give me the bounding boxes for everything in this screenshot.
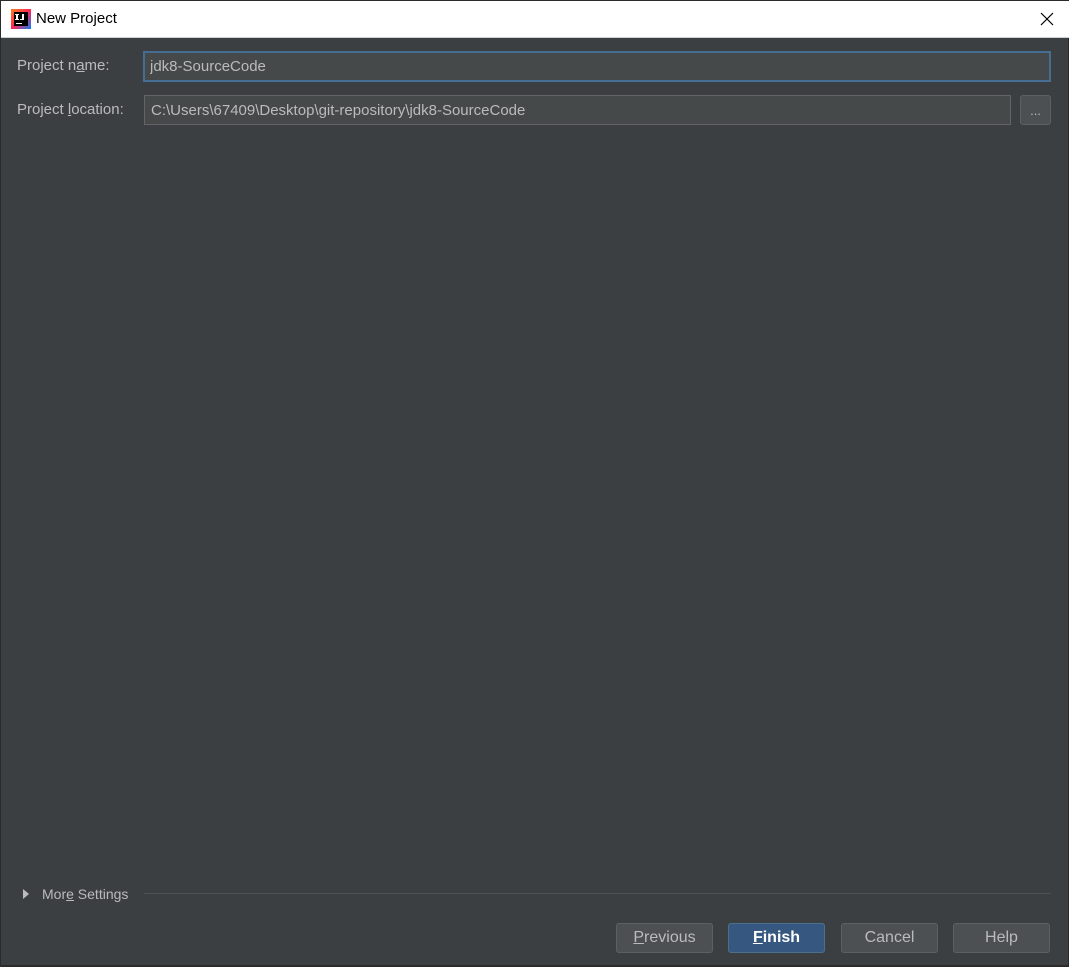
close-button[interactable] — [1024, 1, 1069, 37]
more-settings-label-mnemonic: e — [66, 886, 74, 902]
project-name-label-part: me: — [84, 57, 110, 74]
triangle-right-icon — [23, 889, 29, 899]
project-name-input[interactable] — [143, 51, 1051, 82]
new-project-dialog: New Project Project name: Project locati… — [0, 0, 1069, 967]
project-location-label-part: ocation: — [71, 101, 124, 118]
previous-button[interactable]: Previous — [616, 923, 713, 953]
more-settings-label: More Settings — [42, 886, 128, 902]
finish-mnemonic: F — [752, 929, 763, 946]
project-name-label: Project name: — [17, 57, 110, 74]
intellij-idea-icon — [11, 9, 31, 29]
close-icon — [1040, 12, 1054, 26]
project-name-label-part: Project n — [17, 57, 77, 74]
finish-button[interactable]: Finish — [728, 923, 825, 953]
project-location-input[interactable] — [144, 95, 1011, 125]
project-location-label: Project location: — [17, 101, 124, 118]
cancel-button[interactable]: Cancel — [841, 923, 938, 953]
more-settings-toggle[interactable]: More Settings — [23, 885, 128, 903]
title-bar: New Project — [1, 1, 1069, 38]
more-settings-label-part: Settings — [73, 886, 129, 902]
previous-mnemonic: P — [633, 929, 645, 946]
project-location-label-part: Project — [17, 101, 68, 118]
separator — [144, 893, 1051, 894]
help-button[interactable]: Help — [953, 923, 1050, 953]
browse-button[interactable]: ... — [1020, 95, 1051, 125]
finish-label: inish — [762, 929, 801, 946]
window-title: New Project — [36, 10, 117, 27]
previous-label: revious — [644, 929, 696, 946]
project-name-label-mnemonic: a — [76, 57, 85, 74]
more-settings-label-part: Mor — [42, 886, 67, 902]
